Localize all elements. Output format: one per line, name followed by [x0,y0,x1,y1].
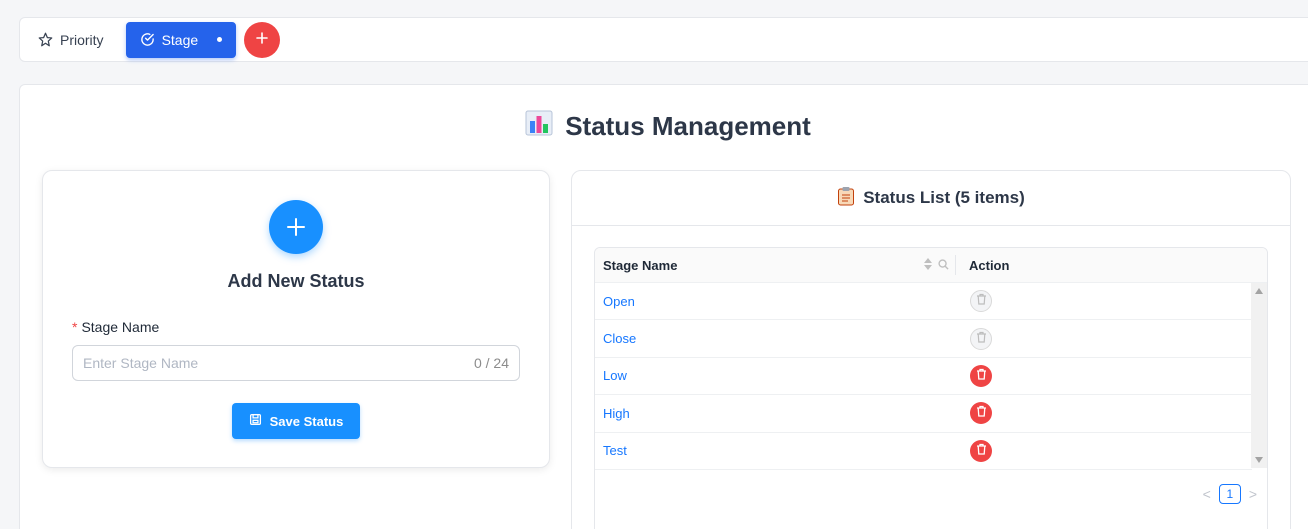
page-title: Status Management [20,109,1308,144]
column-header-stage-name-label: Stage Name [603,257,678,273]
bar-chart-icon [525,109,553,144]
trash-icon [976,367,987,385]
table-row: High [595,395,1252,433]
save-status-button[interactable]: Save Status [232,403,360,439]
scroll-down-arrow-icon[interactable] [1255,457,1263,463]
column-header-stage-name[interactable]: Stage Name [595,248,962,282]
scroll-up-arrow-icon[interactable] [1255,288,1263,294]
add-status-card: Add New Status *Stage Name 0 / 24 Save S… [42,170,550,468]
stage-name-field[interactable]: 0 / 24 [72,345,520,381]
column-header-tools [924,255,956,275]
delete-button[interactable] [970,439,992,462]
trash-icon [976,330,987,348]
sort-icon[interactable] [924,257,932,273]
table-body: Open Close Low High Test [595,283,1267,470]
stage-name-cell[interactable]: Open [595,294,962,309]
tab-bar: Priority Stage [19,17,1308,62]
char-count: 0 / 24 [473,355,509,371]
add-tab-button[interactable] [244,21,281,58]
trash-icon [976,404,987,422]
tab-stage-label: Stage [161,31,199,48]
next-page-button[interactable]: > [1249,486,1257,502]
stage-name-cell[interactable]: Test [595,443,962,458]
delete-button[interactable] [970,327,992,350]
page-title-text: Status Management [565,111,811,141]
table-row: Test [595,433,1252,470]
status-list-title: Status List (5 items) [863,188,1025,207]
stage-name-cell[interactable]: High [595,406,962,421]
status-list-card: Status List (5 items) Stage Name Action … [571,170,1291,529]
table-row: Low [595,358,1252,396]
delete-button[interactable] [970,364,992,387]
active-dot-indicator [217,37,223,42]
trash-icon [976,442,987,460]
delete-button[interactable] [970,290,992,313]
table-scrollbar[interactable] [1251,283,1267,468]
stage-name-cell[interactable]: Low [595,368,962,383]
table-header: Stage Name Action [595,248,1267,283]
stage-name-label-text: Stage Name [81,319,160,335]
plus-icon [256,31,268,49]
prev-page-button[interactable]: < [1203,486,1211,502]
stage-name-label: * Stage Name [72,319,159,335]
stage-name-cell[interactable]: Close [595,331,962,346]
required-mark: * [72,319,78,335]
trash-icon [976,292,987,310]
column-header-action: Action [969,257,1010,273]
save-status-label: Save Status [269,413,344,429]
tab-priority-label: Priority [60,31,104,48]
page-1-button[interactable]: 1 [1218,484,1241,504]
tab-priority[interactable]: Priority [28,22,118,58]
stage-name-input[interactable] [83,355,474,371]
status-table: Stage Name Action Open Close Low High Te… [594,247,1268,529]
clipboard-icon [837,186,855,211]
main-panel: Status Management Add New Status * Stage … [19,84,1308,529]
tab-stage[interactable]: Stage [125,21,237,58]
star-icon [38,32,53,47]
search-icon[interactable] [938,258,949,273]
table-row: Open [595,283,1252,321]
column-divider [955,255,956,275]
status-list-header: Status List (5 items) [572,171,1290,226]
delete-button[interactable] [970,402,992,425]
check-circle-icon [140,32,155,47]
add-status-heading: Add New Status [227,271,365,291]
table-row: Close [595,320,1252,358]
add-status-icon [269,200,323,254]
save-icon [249,413,262,429]
pagination: < 1 > [1203,484,1257,504]
